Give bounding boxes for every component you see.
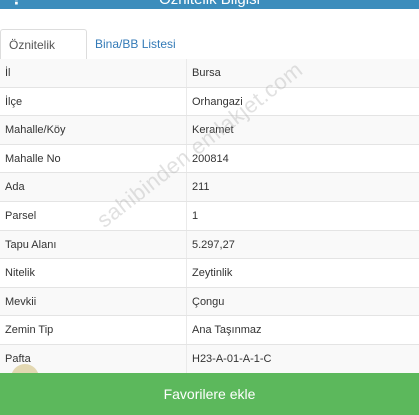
column-divider: [186, 87, 187, 116]
attribute-value: 200814: [192, 152, 229, 165]
tab-oznitelik-bilgisi[interactable]: Öznitelik Bilgisi: [0, 29, 87, 82]
attribute-label: İlçe: [5, 95, 23, 108]
table-row: İl Bursa: [0, 59, 419, 88]
attribute-value: Bursa: [192, 67, 221, 79]
attribute-value: Keramet: [192, 124, 234, 137]
table-row: Pafta H23-A-01-A-1-C: [0, 344, 419, 374]
tab-bar: Öznitelik Bilgisi Bina/BB Listesi: [0, 25, 419, 82]
attribute-value: 5.297,27: [192, 238, 235, 251]
attribute-label: Mevkii: [5, 295, 37, 308]
attribute-value: H23-A-01-A-1-C: [192, 352, 272, 365]
attribute-label: Mahalle No: [5, 152, 61, 165]
tab-bina-bb-listesi[interactable]: Bina/BB Listesi: [87, 29, 184, 60]
column-divider: [186, 201, 187, 230]
column-divider: [186, 259, 187, 287]
attribute-value: 211: [192, 181, 210, 194]
table-row: Mahalle/Köy Keramet: [0, 116, 419, 145]
column-divider: [186, 230, 187, 259]
attribute-label: İl: [5, 67, 11, 79]
table-row: İlçe Orhangazi: [0, 87, 419, 117]
table-row: Nitelik Zeytinlik: [0, 259, 419, 288]
column-divider: [186, 59, 187, 87]
header-bar: ⋮ Öznitelik Bilgisi: [0, 0, 419, 9]
table-row: Ada 211: [0, 173, 419, 202]
attribute-value: Zeytinlik: [192, 267, 233, 280]
page-title: Öznitelik Bilgisi: [0, 0, 419, 9]
column-divider: [186, 116, 187, 144]
add-to-favorites-button[interactable]: Favorilere ekle: [0, 373, 419, 415]
column-divider: [186, 316, 187, 344]
attribute-label: Mahalle/Köy: [5, 124, 66, 137]
table-row: Tapu Alanı 5.297,27: [0, 230, 419, 260]
attribute-label: Tapu Alanı: [5, 238, 57, 251]
column-divider: [186, 173, 187, 201]
table-row: Parsel 1: [0, 201, 419, 231]
column-divider: [186, 344, 187, 373]
column-divider: [186, 287, 187, 316]
attribute-label: Parsel: [5, 209, 37, 222]
table-row: Mevkii Çongu: [0, 287, 419, 317]
attribute-label: Nitelik: [5, 267, 35, 280]
attribute-value: Çongu: [192, 295, 225, 308]
attribute-label: Ada: [5, 181, 25, 194]
table-row: Mahalle No 200814: [0, 144, 419, 174]
attribute-label: Zemin Tip: [5, 324, 54, 337]
attribute-value: Orhangazi: [192, 95, 243, 108]
attribute-value: 1: [192, 209, 199, 222]
column-divider: [186, 144, 187, 173]
table-row: Zemin Tip Ana Taşınmaz: [0, 316, 419, 345]
attribute-value: Ana Taşınmaz: [192, 324, 262, 337]
attribute-table: İl Bursa İlçe Orhangazi Mahalle/Köy Kera…: [0, 59, 419, 374]
